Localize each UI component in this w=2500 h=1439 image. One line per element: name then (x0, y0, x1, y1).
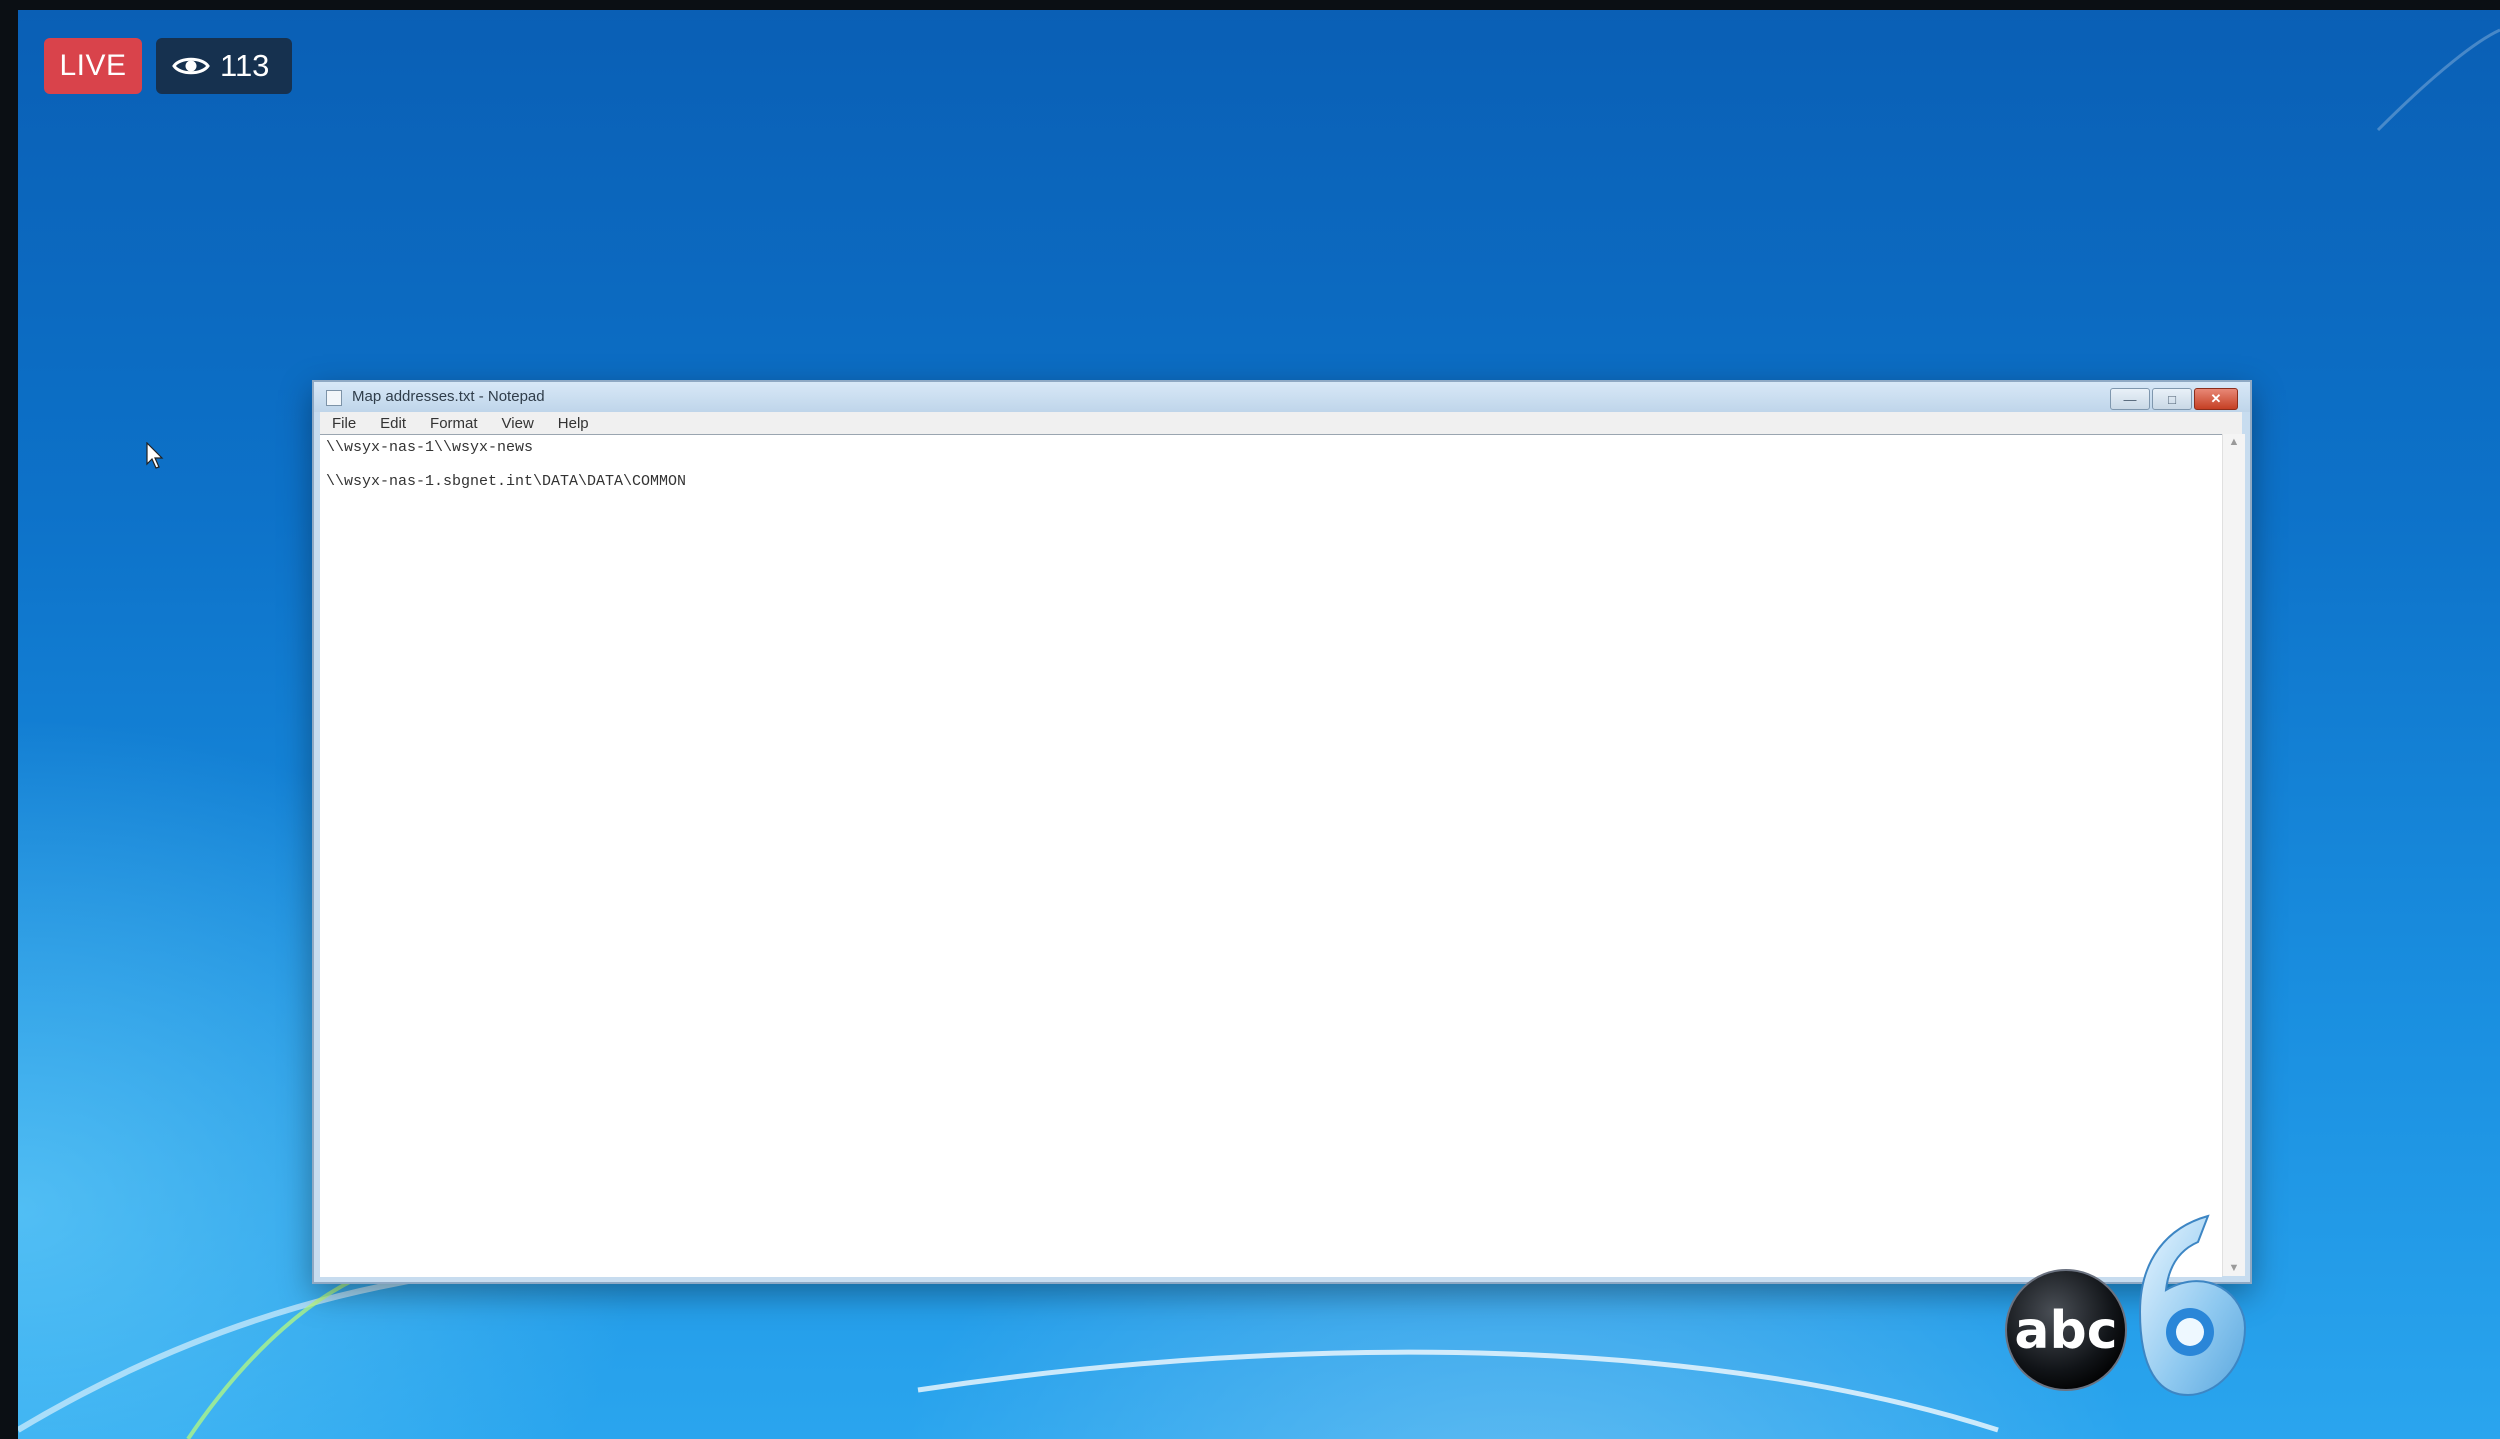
close-icon: ✕ (2210, 391, 2222, 406)
maximize-icon: □ (2168, 391, 2176, 407)
vertical-scrollbar[interactable]: ▲ ▼ (2222, 434, 2245, 1276)
close-button[interactable]: ✕ (2194, 388, 2238, 410)
menu-view[interactable]: View (490, 415, 546, 432)
minimize-icon: — (2123, 391, 2137, 407)
notepad-app-icon (326, 390, 342, 406)
text-line: \\wsyx-nas-1.sbgnet.int\DATA\DATA\COMMON (326, 473, 687, 490)
live-label: LIVE (59, 49, 127, 82)
notepad-window[interactable]: Map addresses.txt - Notepad — □ ✕ File E… (312, 380, 2252, 1284)
window-titlebar[interactable]: Map addresses.txt - Notepad — □ ✕ (314, 382, 2250, 412)
text-editor-area[interactable]: \\wsyx-nas-1\\wsyx-news \\wsyx-nas-1.sbg… (320, 434, 2222, 1277)
menu-file[interactable]: File (320, 415, 368, 432)
menu-edit[interactable]: Edit (368, 415, 418, 432)
logo-network-text: abc (2014, 1301, 2117, 1361)
menu-help[interactable]: Help (546, 415, 601, 432)
minimize-button[interactable]: — (2110, 388, 2150, 410)
menu-format[interactable]: Format (418, 415, 490, 432)
menu-bar: File Edit Format View Help (320, 412, 2242, 434)
maximize-button[interactable]: □ (2152, 388, 2192, 410)
text-line: \\wsyx-nas-1\\wsyx-news (326, 439, 534, 456)
eye-icon (172, 57, 210, 75)
scroll-up-icon[interactable]: ▲ (2223, 436, 2245, 448)
mouse-cursor-icon (146, 442, 164, 469)
window-title: Map addresses.txt - Notepad (352, 388, 545, 405)
live-badge: LIVE (44, 38, 142, 94)
viewer-count: 113 (220, 48, 270, 83)
viewer-count-badge: 113 (156, 38, 292, 94)
abc6-logo: abc (2005, 1214, 2247, 1397)
